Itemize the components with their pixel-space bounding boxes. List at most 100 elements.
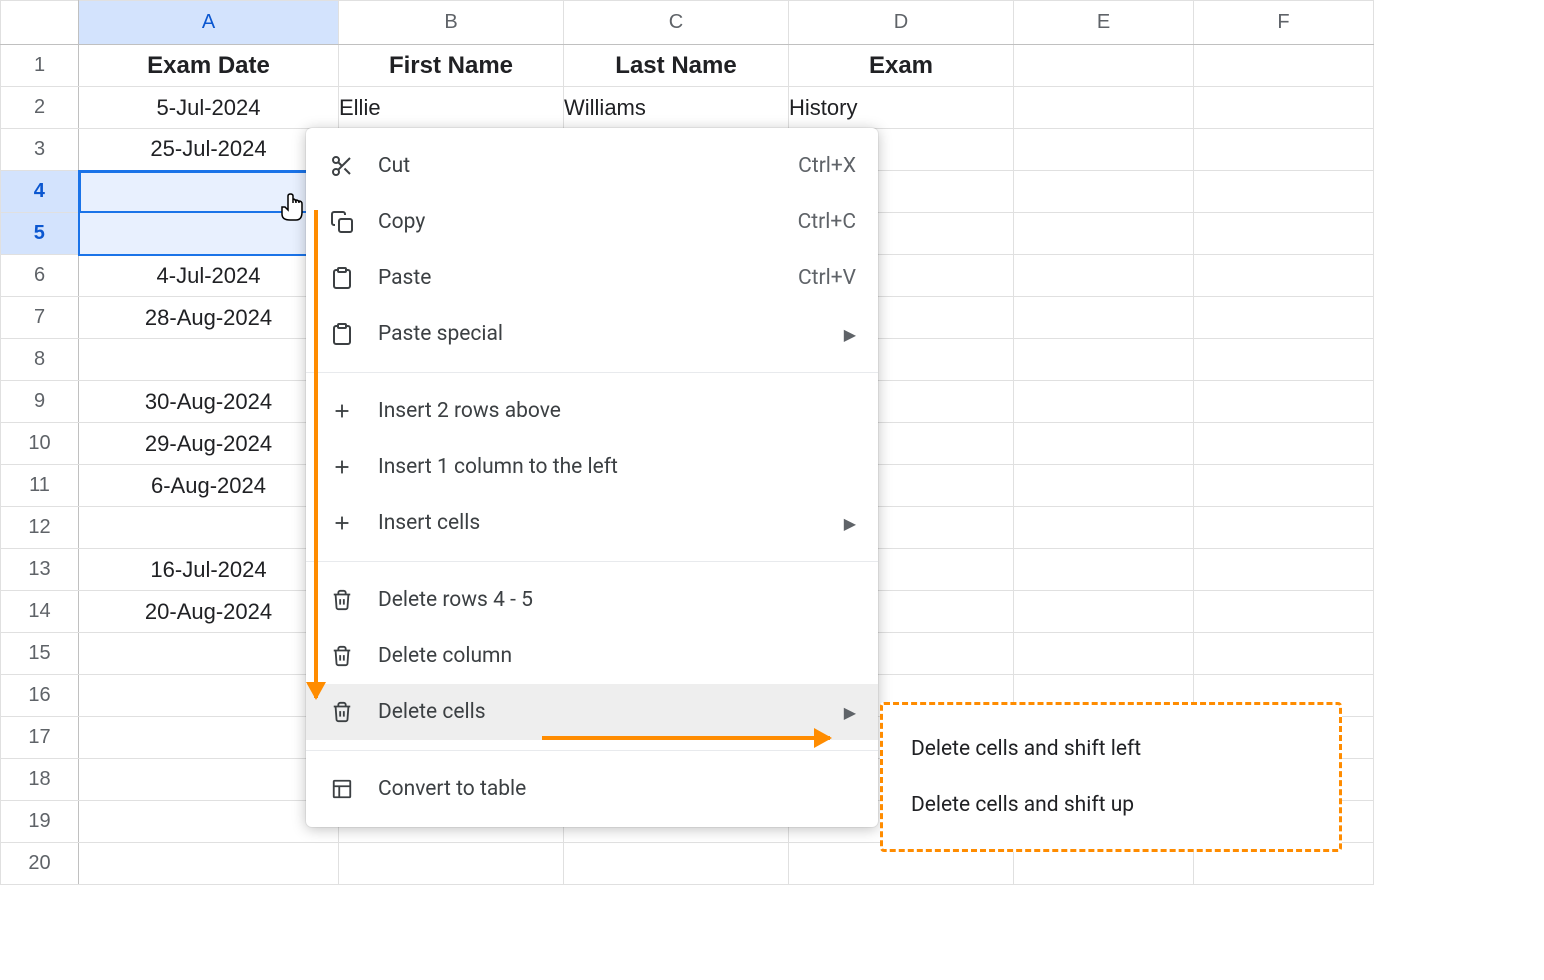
cell-a10[interactable]: 29-Aug-2024 — [79, 423, 339, 465]
cell-e4[interactable] — [1014, 171, 1194, 213]
menu-insert-cells[interactable]: Insert cells ▶ — [306, 495, 878, 551]
row-header-10[interactable]: 10 — [1, 423, 79, 465]
row-header-14[interactable]: 14 — [1, 591, 79, 633]
cell-f1[interactable] — [1194, 45, 1374, 87]
menu-delete-cells[interactable]: Delete cells ▶ — [306, 684, 878, 740]
cell-e12[interactable] — [1014, 507, 1194, 549]
cell-f8[interactable] — [1194, 339, 1374, 381]
cell-e8[interactable] — [1014, 339, 1194, 381]
row-header-17[interactable]: 17 — [1, 717, 79, 759]
cell-c1[interactable]: Last Name — [564, 45, 789, 87]
cell-a5[interactable] — [79, 213, 339, 255]
row-header-13[interactable]: 13 — [1, 549, 79, 591]
col-header-b[interactable]: B — [339, 1, 564, 45]
col-header-e[interactable]: E — [1014, 1, 1194, 45]
cell-b2[interactable]: Ellie — [339, 87, 564, 129]
cell-d2[interactable]: History — [789, 87, 1014, 129]
cell-a16[interactable] — [79, 675, 339, 717]
cell-e15[interactable] — [1014, 633, 1194, 675]
cell-b20[interactable] — [339, 843, 564, 885]
cell-f13[interactable] — [1194, 549, 1374, 591]
menu-delete-rows[interactable]: Delete rows 4 - 5 — [306, 572, 878, 628]
cell-a14[interactable]: 20-Aug-2024 — [79, 591, 339, 633]
cell-f5[interactable] — [1194, 213, 1374, 255]
cell-e9[interactable] — [1014, 381, 1194, 423]
cell-f15[interactable] — [1194, 633, 1374, 675]
cell-f4[interactable] — [1194, 171, 1374, 213]
cell-f2[interactable] — [1194, 87, 1374, 129]
cell-a7[interactable]: 28-Aug-2024 — [79, 297, 339, 339]
cell-e7[interactable] — [1014, 297, 1194, 339]
row-header-16[interactable]: 16 — [1, 675, 79, 717]
cell-f9[interactable] — [1194, 381, 1374, 423]
row-header-7[interactable]: 7 — [1, 297, 79, 339]
cell-e11[interactable] — [1014, 465, 1194, 507]
cell-d1[interactable]: Exam — [789, 45, 1014, 87]
cell-e14[interactable] — [1014, 591, 1194, 633]
row-header-4[interactable]: 4 — [1, 171, 79, 213]
submenu-shift-up[interactable]: Delete cells and shift up — [883, 777, 1339, 833]
cell-e3[interactable] — [1014, 129, 1194, 171]
cell-a11[interactable]: 6-Aug-2024 — [79, 465, 339, 507]
chevron-right-icon: ▶ — [844, 514, 856, 533]
row-header-20[interactable]: 20 — [1, 843, 79, 885]
cell-e2[interactable] — [1014, 87, 1194, 129]
row-header-19[interactable]: 19 — [1, 801, 79, 843]
cell-a8[interactable] — [79, 339, 339, 381]
cell-f11[interactable] — [1194, 465, 1374, 507]
cell-a12[interactable] — [79, 507, 339, 549]
cell-e1[interactable] — [1014, 45, 1194, 87]
menu-copy[interactable]: Copy Ctrl+C — [306, 194, 878, 250]
cell-f14[interactable] — [1194, 591, 1374, 633]
row-header-6[interactable]: 6 — [1, 255, 79, 297]
menu-paste[interactable]: Paste Ctrl+V — [306, 250, 878, 306]
cell-a18[interactable] — [79, 759, 339, 801]
cell-e10[interactable] — [1014, 423, 1194, 465]
cell-a20[interactable] — [79, 843, 339, 885]
cell-c2[interactable]: Williams — [564, 87, 789, 129]
row-header-12[interactable]: 12 — [1, 507, 79, 549]
row-header-3[interactable]: 3 — [1, 129, 79, 171]
cell-f10[interactable] — [1194, 423, 1374, 465]
cell-a6[interactable]: 4-Jul-2024 — [79, 255, 339, 297]
cell-e5[interactable] — [1014, 213, 1194, 255]
cell-a19[interactable] — [79, 801, 339, 843]
row-header-1[interactable]: 1 — [1, 45, 79, 87]
cell-f6[interactable] — [1194, 255, 1374, 297]
cell-f7[interactable] — [1194, 297, 1374, 339]
menu-delete-column[interactable]: Delete column — [306, 628, 878, 684]
row-header-11[interactable]: 11 — [1, 465, 79, 507]
cell-c20[interactable] — [564, 843, 789, 885]
cell-a15[interactable] — [79, 633, 339, 675]
clipboard-icon — [328, 320, 356, 348]
row-header-5[interactable]: 5 — [1, 213, 79, 255]
cell-f3[interactable] — [1194, 129, 1374, 171]
cell-a2[interactable]: 5-Jul-2024 — [79, 87, 339, 129]
cell-e6[interactable] — [1014, 255, 1194, 297]
menu-insert-rows-above[interactable]: Insert 2 rows above — [306, 383, 878, 439]
cell-a4[interactable] — [79, 171, 339, 213]
col-header-f[interactable]: F — [1194, 1, 1374, 45]
menu-insert-column-left[interactable]: Insert 1 column to the left — [306, 439, 878, 495]
menu-convert-table[interactable]: Convert to table — [306, 761, 878, 817]
row-header-2[interactable]: 2 — [1, 87, 79, 129]
cell-a9[interactable]: 30-Aug-2024 — [79, 381, 339, 423]
menu-cut[interactable]: Cut Ctrl+X — [306, 138, 878, 194]
cell-a13[interactable]: 16-Jul-2024 — [79, 549, 339, 591]
row-header-15[interactable]: 15 — [1, 633, 79, 675]
cell-a3[interactable]: 25-Jul-2024 — [79, 129, 339, 171]
col-header-d[interactable]: D — [789, 1, 1014, 45]
select-all-corner[interactable] — [1, 1, 79, 45]
row-header-18[interactable]: 18 — [1, 759, 79, 801]
cell-e13[interactable] — [1014, 549, 1194, 591]
row-header-9[interactable]: 9 — [1, 381, 79, 423]
submenu-shift-left[interactable]: Delete cells and shift left — [883, 721, 1339, 777]
menu-paste-special[interactable]: Paste special ▶ — [306, 306, 878, 362]
cell-a1[interactable]: Exam Date — [79, 45, 339, 87]
row-header-8[interactable]: 8 — [1, 339, 79, 381]
cell-b1[interactable]: First Name — [339, 45, 564, 87]
col-header-c[interactable]: C — [564, 1, 789, 45]
cell-a17[interactable] — [79, 717, 339, 759]
col-header-a[interactable]: A — [79, 1, 339, 45]
cell-f12[interactable] — [1194, 507, 1374, 549]
